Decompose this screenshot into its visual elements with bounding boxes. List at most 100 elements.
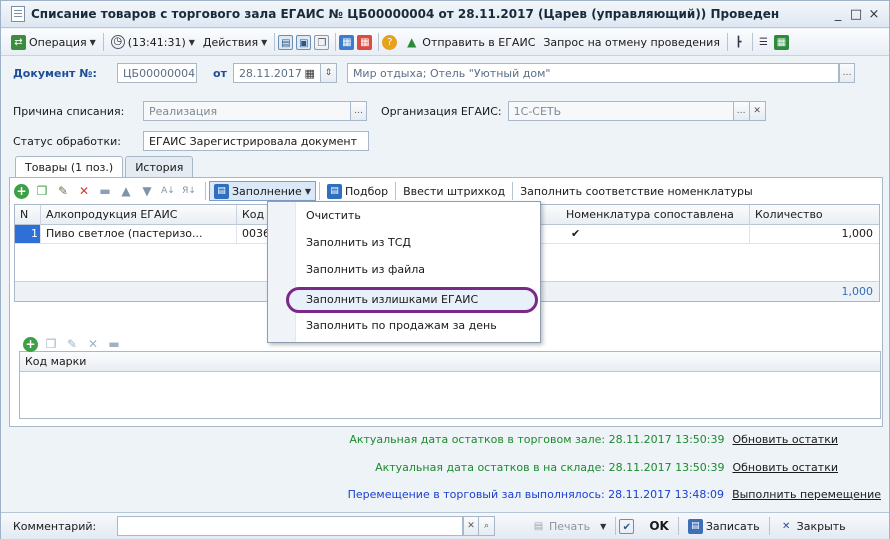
reason-select-button[interactable]: … xyxy=(351,101,367,121)
reason-field[interactable]: Реализация xyxy=(143,101,351,121)
end-edit-icon[interactable]: ▬ xyxy=(97,183,113,199)
close-button[interactable]: ✕ Закрыть xyxy=(773,515,852,537)
col-quantity[interactable]: Количество xyxy=(750,205,879,225)
add-icon[interactable]: + xyxy=(14,183,29,199)
operation-label: Операция xyxy=(29,35,87,49)
refresh-warehouse-link[interactable]: Обновить остатки xyxy=(732,461,838,474)
send-egais-button[interactable]: ▲ Отправить в ЕГАИС xyxy=(400,31,539,53)
bottom-bar: Комментарий: ✕ ⌕ ▤ Печать ▼ ✔ OK ▤ Записа… xyxy=(1,512,889,539)
title-bar: Списание товаров с торгового зала ЕГАИС … xyxy=(1,1,889,28)
doc-no-field[interactable]: ЦБ00000004 xyxy=(117,63,197,83)
operation-icon: ⇄ xyxy=(11,34,26,50)
clock-icon: ◷ xyxy=(110,35,125,49)
doc-no-label: Документ №: xyxy=(13,66,97,80)
match-label: Заполнить соответствие номенклатуры xyxy=(520,184,753,198)
maximize-button[interactable]: □ xyxy=(847,7,865,22)
actions-menu[interactable]: Действия ▼ xyxy=(199,31,271,53)
minimize-button[interactable]: _ xyxy=(829,7,847,22)
check-icon[interactable]: ✔ xyxy=(619,518,635,534)
add-mark-icon[interactable]: + xyxy=(23,336,38,352)
menu-item-fill-from-tsd[interactable]: Заполнить из ТСД xyxy=(306,232,411,254)
unpost-icon[interactable]: ▣ xyxy=(296,34,312,50)
post-icon[interactable]: ▤ xyxy=(278,34,294,50)
menu-item-fill-by-sales[interactable]: Заполнить по продажам за день xyxy=(306,315,497,337)
save-button[interactable]: ▤ Записать xyxy=(682,515,766,537)
structure-icon[interactable]: ▦ xyxy=(339,34,355,50)
col-matched[interactable]: Номенклатура сопоставлена xyxy=(561,205,750,225)
delete-icon[interactable]: ✕ xyxy=(76,183,92,199)
sort-asc-icon[interactable]: A↓ xyxy=(160,183,176,199)
copy-mark-icon[interactable]: ❐ xyxy=(43,336,59,352)
menu-item-fill-from-file[interactable]: Заполнить из файла xyxy=(306,259,425,281)
tab-goods[interactable]: Товары (1 поз.) xyxy=(15,156,124,178)
save-label: Записать xyxy=(705,519,760,533)
info-hall-text: Актуальная дата остатков в торговом зале… xyxy=(349,433,725,446)
reason-label: Причина списания: xyxy=(13,104,125,118)
info-line-hall: Актуальная дата остатков в торговом зале… xyxy=(349,433,838,446)
comment-clear-button[interactable]: ✕ xyxy=(463,516,479,536)
date-stepper[interactable]: ⇕ xyxy=(320,63,337,83)
hierarchy-icon[interactable]: ┣ xyxy=(731,35,746,50)
org-field[interactable]: 1С-СЕТЬ xyxy=(507,101,734,121)
row-product[interactable]: Пиво светлое (пастеризо... xyxy=(41,225,237,243)
col-n[interactable]: N xyxy=(15,205,41,225)
row-quantity[interactable]: 1,000 xyxy=(750,225,879,243)
date-label: от xyxy=(213,66,227,80)
end-edit-mark-icon[interactable]: ▬ xyxy=(106,336,122,352)
delete-mark-icon[interactable]: ✕ xyxy=(85,336,101,352)
calendar-icon[interactable]: ▦ xyxy=(305,67,315,80)
operation-menu[interactable]: ⇄ Операция ▼ xyxy=(7,31,100,53)
comment-input[interactable] xyxy=(117,516,463,536)
menu-item-clear[interactable]: Очистить xyxy=(306,205,361,227)
match-button[interactable]: Заполнить соответствие номенклатуры xyxy=(516,180,757,202)
status-row: Статус обработки: ЕГАИС Зарегистрировала… xyxy=(13,130,369,152)
upload-arrow-icon: ▲ xyxy=(407,34,417,49)
location-select-button[interactable]: … xyxy=(838,63,855,83)
edit-mark-icon[interactable]: ✎ xyxy=(64,336,80,352)
col-product[interactable]: Алкопродукция ЕГАИС xyxy=(41,205,237,225)
status-field: ЕГАИС Зарегистрировала документ xyxy=(143,131,369,151)
info-line-warehouse: Актуальная дата остатков в на складе: 28… xyxy=(375,461,838,474)
barcode-button[interactable]: Ввести штрихкод xyxy=(399,180,509,202)
move-up-icon[interactable]: ▲ xyxy=(118,183,134,199)
window-title: Списание товаров с торгового зала ЕГАИС … xyxy=(31,7,780,21)
org-clear-button[interactable]: ✕ xyxy=(749,101,766,121)
move-down-icon[interactable]: ▼ xyxy=(139,183,155,199)
goods-toolbar: + ❐ ✎ ✕ ▬ ▲ ▼ A↓ Я↓ ▤ Заполнение ▼ ▤ Подб… xyxy=(14,180,757,202)
send-egais-label: Отправить в ЕГАИС xyxy=(422,35,536,49)
col-mark-code[interactable]: Код марки xyxy=(20,352,880,372)
date-field[interactable]: 28.11.2017 ▦ xyxy=(232,63,321,83)
sort-desc-icon[interactable]: Я↓ xyxy=(181,183,197,199)
org-label: Организация ЕГАИС: xyxy=(381,104,502,118)
print-button[interactable]: ▤ Печать ▼ xyxy=(525,515,612,537)
list-view-icon[interactable]: ☰ xyxy=(756,35,771,50)
tab-history[interactable]: История xyxy=(125,156,194,177)
info-line-transfer: Перемещение в торговый зал выполнялось: … xyxy=(348,488,881,501)
cancel-request-button[interactable]: Запрос на отмену проведения xyxy=(539,31,724,53)
org-select-button[interactable]: … xyxy=(733,101,750,121)
excel-icon[interactable]: ▦ xyxy=(773,34,789,50)
copy-icon[interactable]: ❐ xyxy=(314,34,330,50)
copy-row-icon[interactable]: ❐ xyxy=(34,183,50,199)
help-icon[interactable]: ? xyxy=(382,34,398,50)
edit-icon[interactable]: ✎ xyxy=(55,183,71,199)
time-menu[interactable]: ◷ (13:41:31) ▼ xyxy=(107,31,199,53)
refresh-hall-link[interactable]: Обновить остатки xyxy=(732,433,838,446)
time-label: (13:41:31) xyxy=(127,35,186,49)
comment-search-button[interactable]: ⌕ xyxy=(479,516,495,536)
reason-row: Причина списания: Реализация … Организац… xyxy=(13,100,766,122)
status-label: Статус обработки: xyxy=(13,134,121,148)
fill-menu-button[interactable]: ▤ Заполнение ▼ xyxy=(209,181,316,201)
do-transfer-link[interactable]: Выполнить перемещение xyxy=(732,488,881,501)
menu-item-fill-egais-surplus[interactable]: Заполнить излишками ЕГАИС xyxy=(306,289,478,311)
close-window-button[interactable]: × xyxy=(865,7,883,22)
pick-label: Подбор xyxy=(344,184,389,198)
row-matched-check[interactable]: ✔ xyxy=(561,225,750,243)
info-warehouse-text: Актуальная дата остатков в на складе: 28… xyxy=(375,461,725,474)
location-field[interactable]: Мир отдыха; Отель "Уютный дом" xyxy=(346,63,839,83)
fill-dropdown-menu: Очистить Заполнить из ТСД Заполнить из ф… xyxy=(267,201,541,343)
ok-button[interactable]: OK xyxy=(643,515,675,537)
document-list-icon[interactable]: ▦ xyxy=(357,34,373,50)
date-value: 28.11.2017 xyxy=(238,66,302,80)
pick-button[interactable]: ▤ Подбор xyxy=(323,180,392,202)
